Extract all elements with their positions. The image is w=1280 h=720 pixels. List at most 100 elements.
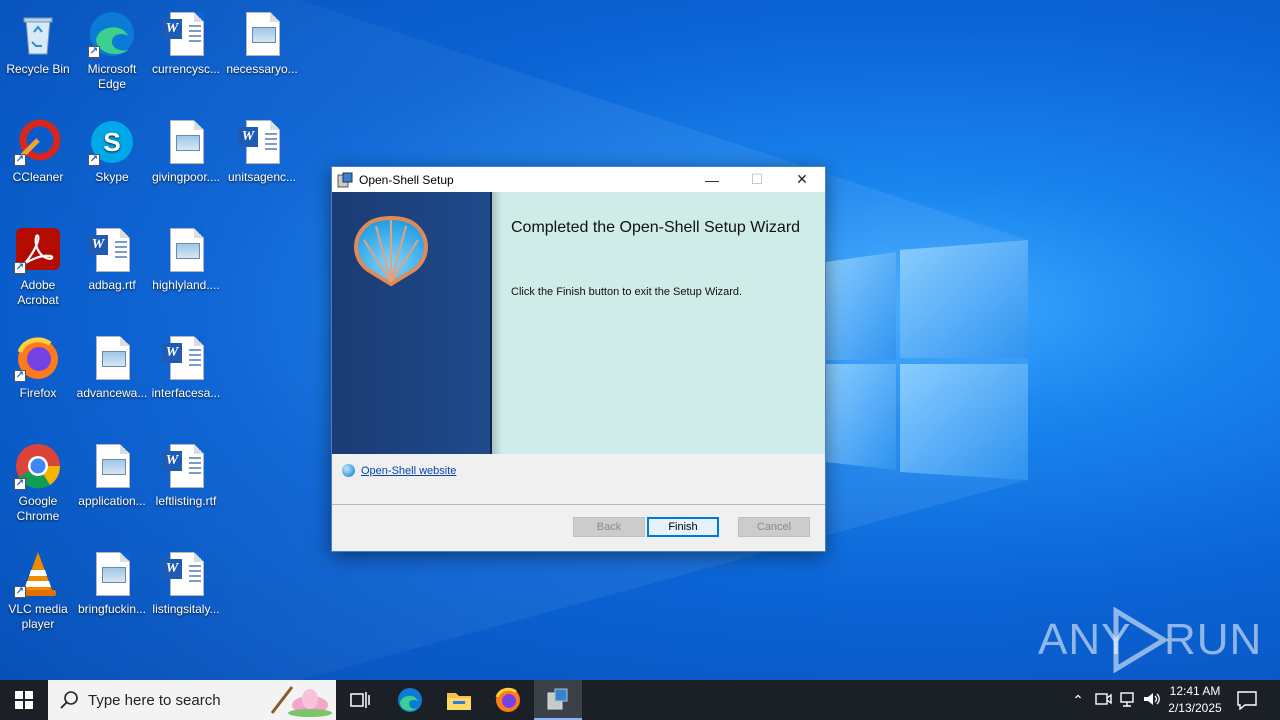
- shortcut-arrow-icon: ↗: [14, 478, 26, 490]
- show-hidden-icons-chevron-icon[interactable]: ⌃: [1068, 690, 1088, 710]
- svg-text:S: S: [103, 127, 120, 157]
- word-document-icon: W: [162, 550, 210, 598]
- edge-icon: ↗: [88, 10, 136, 58]
- network-icon[interactable]: [1117, 690, 1137, 710]
- desktop-icon-label: Microsoft Edge: [87, 62, 137, 91]
- desktop-icon-label: adbag.rtf: [88, 278, 136, 292]
- window-title: Open-Shell Setup: [359, 172, 454, 187]
- desktop-icon-recycle-bin[interactable]: Recycle Bin: [0, 4, 76, 108]
- taskbar-firefox[interactable]: [484, 680, 532, 720]
- taskbar-file-explorer[interactable]: [435, 680, 483, 720]
- desktop-icon-vlc[interactable]: ↗ VLC media player: [0, 544, 76, 648]
- desktop-icon-firefox[interactable]: ↗ Firefox: [0, 328, 76, 432]
- close-button[interactable]: ✕: [779, 167, 825, 192]
- desktop-icon-currencysc[interactable]: W currencysc...: [148, 4, 224, 108]
- desktop-icon-label: Adobe Acrobat: [17, 278, 59, 307]
- cancel-button[interactable]: Cancel: [738, 517, 810, 537]
- task-view-button[interactable]: [336, 680, 384, 720]
- volume-icon[interactable]: [1141, 690, 1161, 710]
- desktop-icon-label: Firefox: [19, 386, 57, 400]
- wizard-content-panel: Completed the Open-Shell Setup Wizard Cl…: [492, 192, 825, 454]
- desktop-icon-label: Google Chrome: [16, 494, 60, 523]
- desktop-icon-label: givingpoor....: [151, 170, 221, 184]
- back-button[interactable]: Back: [573, 517, 645, 537]
- image-file-icon: [162, 226, 210, 274]
- google-chrome-icon: ↗: [14, 442, 62, 490]
- website-link-row: Open-Shell website: [342, 464, 456, 477]
- ccleaner-icon: ↗: [14, 118, 62, 166]
- finish-button[interactable]: Finish: [647, 517, 719, 537]
- desktop-icon-advancewa[interactable]: advancewa...: [74, 328, 150, 432]
- image-file-icon: [88, 334, 136, 382]
- desktop-icon-label: Skype: [95, 170, 129, 184]
- desktop-icon-label: Recycle Bin: [6, 62, 70, 76]
- wizard-banner-panel: [332, 192, 492, 454]
- desktop-icon-label: necessaryo...: [226, 62, 298, 76]
- minimize-button[interactable]: —: [689, 167, 735, 192]
- desktop-icon-label: VLC media player: [8, 602, 68, 631]
- search-icon: [60, 691, 78, 709]
- play-logo-icon: [1113, 607, 1169, 673]
- clock-date: 2/13/2025: [1168, 701, 1222, 715]
- desktop-icon-google-chrome[interactable]: ↗ Google Chrome: [0, 436, 76, 540]
- taskbar-clock[interactable]: 12:41 AM 2/13/2025: [1160, 683, 1230, 717]
- setup-wizard-window: Open-Shell Setup — ☐ ✕ Completed the Ope…: [331, 166, 826, 552]
- folder-icon: [447, 693, 471, 710]
- recycle-bin-icon: [14, 10, 62, 58]
- word-document-icon: W: [162, 442, 210, 490]
- desktop-icon-ccleaner[interactable]: ↗ CCleaner: [0, 112, 76, 216]
- desktop-icon-highlyland[interactable]: highlyland....: [148, 220, 224, 324]
- desktop-icon-label: unitsagenc...: [227, 170, 297, 184]
- start-button[interactable]: [0, 680, 48, 720]
- shortcut-arrow-icon: ↗: [88, 154, 100, 166]
- windows-logo-icon: [15, 691, 33, 709]
- desktop-icon-interfacesa[interactable]: W interfacesa...: [148, 328, 224, 432]
- desktop-icon-necessaryo[interactable]: necessaryo...: [224, 4, 300, 108]
- title-bar[interactable]: Open-Shell Setup — ☐ ✕: [332, 167, 825, 192]
- edge-icon: [398, 688, 422, 712]
- desktop-icon-label: bringfuckin...: [77, 602, 147, 616]
- vlc-cone-icon: ↗: [14, 550, 62, 598]
- desktop-icon-adobe-acrobat[interactable]: ↗ Adobe Acrobat: [0, 220, 76, 324]
- shortcut-arrow-icon: ↗: [14, 262, 26, 274]
- desktop-icon-adbag[interactable]: W adbag.rtf: [74, 220, 150, 324]
- installer-icon: [547, 688, 568, 710]
- maximize-button[interactable]: ☐: [734, 167, 780, 192]
- taskbar-edge[interactable]: [386, 680, 434, 720]
- image-file-icon: [238, 10, 286, 58]
- desktop-icon-label: interfacesa...: [151, 386, 221, 400]
- desktop-icon-label: highlyland....: [152, 278, 220, 292]
- image-file-icon: [162, 118, 210, 166]
- desktop-icon-bringfuckin[interactable]: bringfuckin...: [74, 544, 150, 648]
- desktop-icon-leftlisting[interactable]: W leftlisting.rtf: [148, 436, 224, 540]
- task-view-icon: [350, 692, 370, 708]
- desktop-icon-microsoft-edge[interactable]: ↗ Microsoft Edge: [74, 4, 150, 108]
- desktop-icon-listingsitaly[interactable]: W listingsitaly...: [148, 544, 224, 648]
- anyrun-watermark: ANY RUN: [1038, 607, 1261, 673]
- wizard-instructions: Click the Finish button to exit the Setu…: [511, 286, 743, 298]
- shortcut-arrow-icon: ↗: [14, 154, 26, 166]
- open-shell-website-link[interactable]: Open-Shell website: [361, 465, 456, 477]
- desktop-icon-application[interactable]: application...: [74, 436, 150, 540]
- word-document-icon: W: [238, 118, 286, 166]
- firefox-icon: [495, 687, 520, 712]
- watermark-text-right: RUN: [1164, 615, 1263, 664]
- taskbar-search-box[interactable]: Type here to search: [48, 680, 336, 720]
- wizard-heading: Completed the Open-Shell Setup Wizard: [511, 219, 801, 236]
- taskbar-open-shell-setup[interactable]: [534, 680, 582, 720]
- image-file-icon: [88, 550, 136, 598]
- lotus-flower-icon: [270, 686, 332, 717]
- image-file-icon: [88, 442, 136, 490]
- desktop-icon-label: currencysc...: [151, 62, 220, 76]
- globe-icon: [342, 464, 355, 477]
- word-document-icon: W: [162, 10, 210, 58]
- divider: [332, 504, 825, 505]
- meet-now-icon[interactable]: [1093, 690, 1113, 710]
- desktop-icon-givingpoor[interactable]: givingpoor....: [148, 112, 224, 216]
- desktop-icon-skype[interactable]: S ↗ Skype: [74, 112, 150, 216]
- firefox-icon: ↗: [14, 334, 62, 382]
- notification-center-button[interactable]: [1236, 690, 1258, 711]
- desktop-icon-unitsagenc[interactable]: W unitsagenc...: [224, 112, 300, 216]
- desktop-icon-label: application...: [78, 494, 146, 508]
- desktop-icon-label: CCleaner: [12, 170, 64, 184]
